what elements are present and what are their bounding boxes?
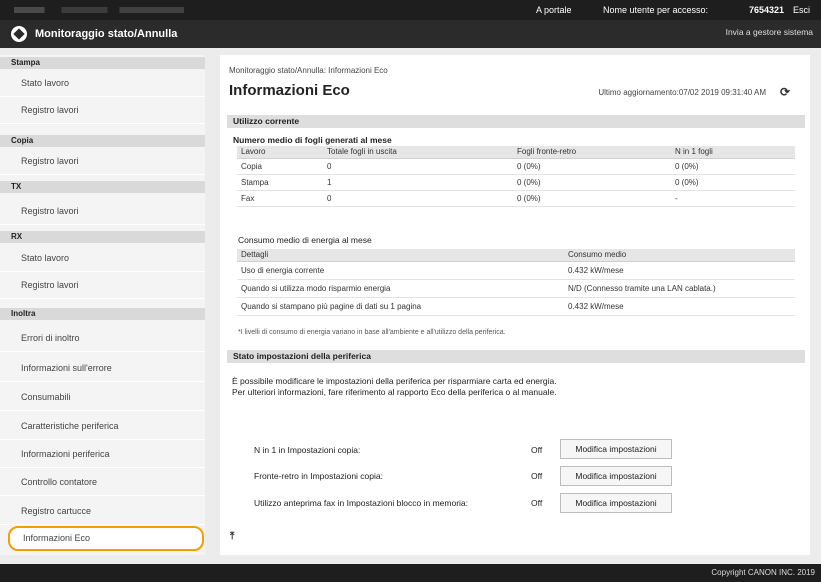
app-header: Monitoraggio stato/Annulla Invia a gesto… — [0, 20, 821, 48]
top-bar: A portale Nome utente per accesso: 76543… — [0, 0, 821, 20]
column-header: Consumo medio — [564, 249, 795, 262]
sidebar-item-eco-info[interactable]: Informazioni Eco — [8, 526, 204, 551]
energy-note: *I livelli di consumo di energia variano… — [238, 329, 506, 336]
table-cell: 0.432 kW/mese — [564, 261, 795, 280]
table-row: Uso di energia corrente 0.432 kW/mese — [237, 261, 795, 280]
sidebar-section-copy: Copia — [0, 135, 205, 147]
table-cell: Copia — [237, 158, 323, 175]
sidebar-item-print-job-log[interactable]: Registro lavori — [0, 97, 205, 124]
sidebar-section-rx: RX — [0, 231, 205, 243]
table-cell: 1 — [323, 174, 513, 191]
table-cell: Stampa — [237, 174, 323, 191]
sidebar-item-copy-job-log[interactable]: Registro lavori — [0, 148, 205, 175]
settings-para-2: Per ulteriori informazioni, fare riferim… — [232, 387, 557, 397]
setting-value-fax-preview: Off — [531, 498, 543, 508]
setting-label-fax-preview: Utilizzo anteprima fax in Impostazioni b… — [254, 498, 469, 508]
setting-label-duplex: Fronte-retro in Impostazioni copia: — [254, 471, 383, 481]
page-title: Informazioni Eco — [229, 82, 350, 99]
sidebar-item-counter-check[interactable]: Controllo contatore — [0, 469, 205, 496]
breadcrumb: Monitoraggio stato/Annulla: Informazioni… — [229, 66, 388, 75]
edit-settings-button-fax-preview[interactable]: Modifica impostazioni — [560, 493, 672, 513]
settings-description: È possibile modificare le impostazioni d… — [232, 376, 642, 398]
section-current-usage: Utilizzo corrente — [227, 115, 805, 128]
sidebar-item-rx-job-log[interactable]: Registro lavori — [0, 272, 205, 299]
section-device-settings: Stato impostazioni della periferica — [227, 350, 805, 363]
column-header: Dettagli — [237, 249, 564, 262]
send-to-admin-link[interactable]: Invia a gestore sistema — [726, 27, 813, 37]
edit-settings-button-duplex[interactable]: Modifica impostazioni — [560, 466, 672, 486]
refresh-icon[interactable]: ⟳ — [780, 85, 790, 99]
table-cell: 0 — [323, 158, 513, 175]
table-row: Quando si utilizza modo risparmio energi… — [237, 279, 795, 298]
sidebar-section-print: Stampa — [0, 57, 205, 69]
settings-para-1: È possibile modificare le impostazioni d… — [232, 376, 557, 386]
table-row: Quando si stampano più pagine di dati su… — [237, 297, 795, 316]
app-title: Monitoraggio stato/Annulla — [35, 28, 178, 40]
table-cell: 0 (0%) — [513, 158, 671, 175]
table-row: Stampa 1 0 (0%) 0 (0%) — [237, 174, 795, 191]
table-row: Fax 0 0 (0%) - — [237, 190, 795, 207]
table-cell: 0 (0%) — [513, 174, 671, 191]
last-updated-text: Ultimo aggiornamento:07/02 2019 09:31:40… — [598, 88, 766, 97]
column-header: Totale fogli in uscita — [323, 146, 513, 159]
energy-table: Dettagli Consumo medio Uso di energia co… — [237, 249, 795, 316]
sidebar-item-tx-job-log[interactable]: Registro lavori — [0, 198, 205, 225]
column-header: Fogli fronte-retro — [513, 146, 671, 159]
table-cell: Quando si stampano più pagine di dati su… — [237, 297, 564, 316]
sidebar-item-cartridge-log[interactable]: Registro cartucce — [0, 498, 205, 525]
table-cell: N/D (Connesso tramite una LAN cablata.) — [564, 279, 795, 298]
table-cell: 0 (0%) — [671, 158, 795, 175]
logout-link[interactable]: Esci — [793, 5, 810, 15]
portal-link[interactable]: A portale — [536, 5, 572, 15]
sidebar-item-device-features[interactable]: Caratteristiche periferica — [0, 413, 205, 440]
table-cell: 0 (0%) — [671, 174, 795, 191]
column-header: Lavoro — [237, 146, 323, 159]
user-label: Nome utente per accesso: — [603, 5, 709, 15]
column-header: N in 1 fogli — [671, 146, 795, 159]
sidebar: Stampa Stato lavoro Registro lavori Copi… — [0, 55, 205, 555]
table-cell: 0 — [323, 190, 513, 207]
sidebar-item-print-job-status[interactable]: Stato lavoro — [0, 70, 205, 97]
footer: Copyright CANON INC. 2019 — [0, 564, 821, 582]
setting-label-n-in-1: N in 1 in Impostazioni copia: — [254, 445, 361, 455]
sidebar-section-tx: TX — [0, 181, 205, 193]
edit-settings-button-n-in-1[interactable]: Modifica impostazioni — [560, 439, 672, 459]
copyright-text: Copyright CANON INC. 2019 — [711, 568, 815, 577]
table-cell: Fax — [237, 190, 323, 207]
table-cell: Quando si utilizza modo risparmio energi… — [237, 279, 564, 298]
main-content: Monitoraggio stato/Annulla: Informazioni… — [220, 55, 810, 555]
sheets-table: Lavoro Totale fogli in uscita Fogli fron… — [237, 146, 795, 207]
redacted-url-bar — [14, 7, 184, 13]
sidebar-item-device-info[interactable]: Informazioni periferica — [0, 441, 205, 468]
energy-heading: Consumo medio di energia al mese — [238, 235, 372, 245]
setting-value-n-in-1: Off — [531, 445, 543, 455]
sheets-heading: Numero medio di fogli generati al mese — [233, 135, 392, 145]
sidebar-item-error-info[interactable]: Informazioni sull'errore — [0, 355, 205, 382]
table-cell: 0.432 kW/mese — [564, 297, 795, 316]
sidebar-section-forward: Inoltra — [0, 308, 205, 320]
to-top-icon[interactable]: ⤒ — [230, 531, 234, 542]
sidebar-item-forward-errors[interactable]: Errori di inoltro — [0, 325, 205, 352]
setting-value-duplex: Off — [531, 471, 543, 481]
table-row: Copia 0 0 (0%) 0 (0%) — [237, 158, 795, 175]
table-cell: - — [671, 190, 795, 207]
table-cell: 0 (0%) — [513, 190, 671, 207]
app-logo-icon — [11, 26, 27, 42]
sidebar-item-rx-job-status[interactable]: Stato lavoro — [0, 245, 205, 272]
table-cell: Uso di energia corrente — [237, 261, 564, 280]
sidebar-item-consumables[interactable]: Consumabili — [0, 384, 205, 411]
user-id: 7654321 — [749, 5, 785, 15]
